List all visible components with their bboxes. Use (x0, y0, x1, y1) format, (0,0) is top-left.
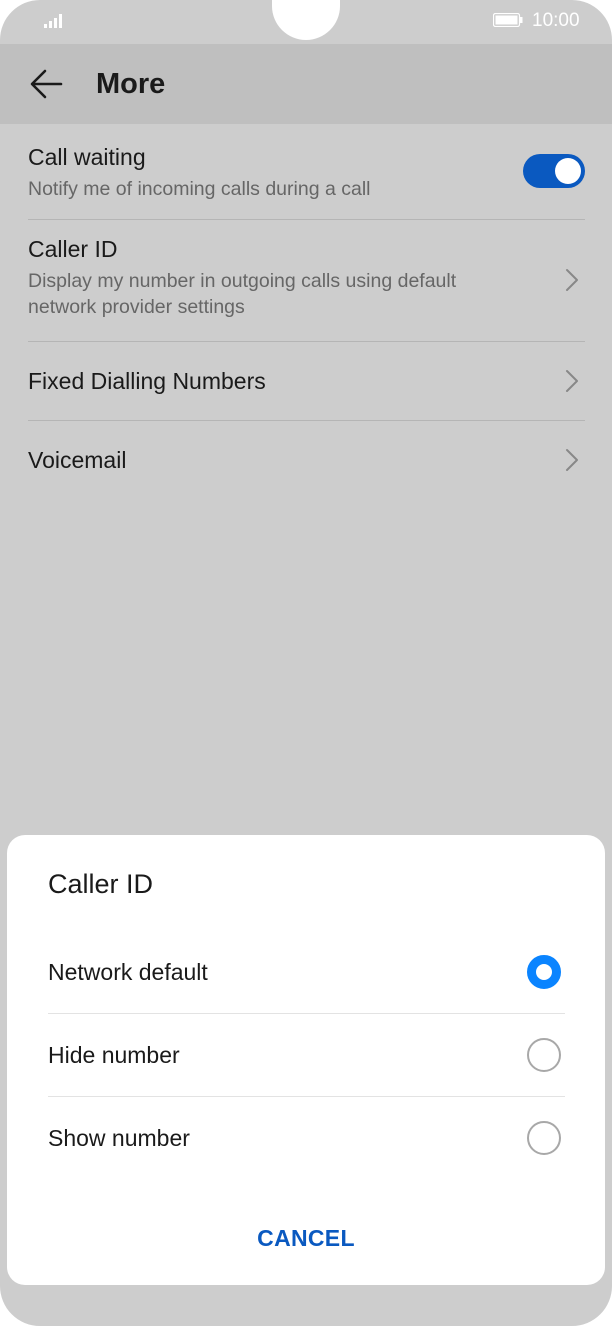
radio-selected[interactable] (527, 955, 561, 989)
battery-icon (493, 13, 523, 27)
option-hide-number[interactable]: Hide number (48, 1014, 565, 1097)
status-bar: 10:00 (0, 0, 612, 44)
caller-id-dialog: Caller ID Network default Hide number Sh… (7, 835, 605, 1285)
caller-id-options: Network default Hide number Show number (48, 931, 565, 1179)
dialog-title: Caller ID (48, 869, 154, 899)
cancel-button[interactable]: CANCEL (7, 1223, 605, 1253)
caller-id-title: Caller ID (28, 236, 118, 262)
caller-id-item[interactable]: Caller ID Display my number in outgoing … (28, 220, 585, 342)
phone-screen: 10:00 More Call waiting Notify me of inc… (0, 0, 612, 1326)
radio-unselected[interactable] (527, 1121, 561, 1155)
status-time: 10:00 (532, 10, 580, 31)
signal-icon (44, 14, 62, 28)
option-network-default[interactable]: Network default (48, 931, 565, 1014)
call-waiting-toggle[interactable] (523, 154, 585, 188)
fixed-dialling-numbers-title: Fixed Dialling Numbers (28, 368, 266, 394)
voicemail-title: Voicemail (28, 447, 127, 473)
settings-list: Call waiting Notify me of incoming calls… (28, 124, 585, 499)
chevron-right-icon (566, 269, 578, 291)
option-label: Show number (48, 1125, 190, 1151)
caller-id-subtitle: Display my number in outgoing calls usin… (28, 270, 457, 318)
app-bar: More (0, 44, 612, 124)
voicemail-item[interactable]: Voicemail (28, 421, 585, 499)
radio-unselected[interactable] (527, 1038, 561, 1072)
toggle-knob (555, 158, 581, 184)
option-label: Hide number (48, 1042, 180, 1068)
call-waiting-item[interactable]: Call waiting Notify me of incoming calls… (28, 124, 585, 220)
page-title: More (96, 68, 166, 100)
chevron-right-icon (566, 370, 578, 392)
fixed-dialling-numbers-item[interactable]: Fixed Dialling Numbers (28, 342, 585, 421)
camera-notch (272, 0, 340, 40)
call-waiting-title: Call waiting (28, 144, 146, 170)
option-label: Network default (48, 959, 208, 985)
back-arrow-icon[interactable] (26, 64, 66, 104)
call-waiting-subtitle: Notify me of incoming calls during a cal… (28, 178, 371, 200)
option-show-number[interactable]: Show number (48, 1097, 565, 1179)
chevron-right-icon (566, 449, 578, 471)
